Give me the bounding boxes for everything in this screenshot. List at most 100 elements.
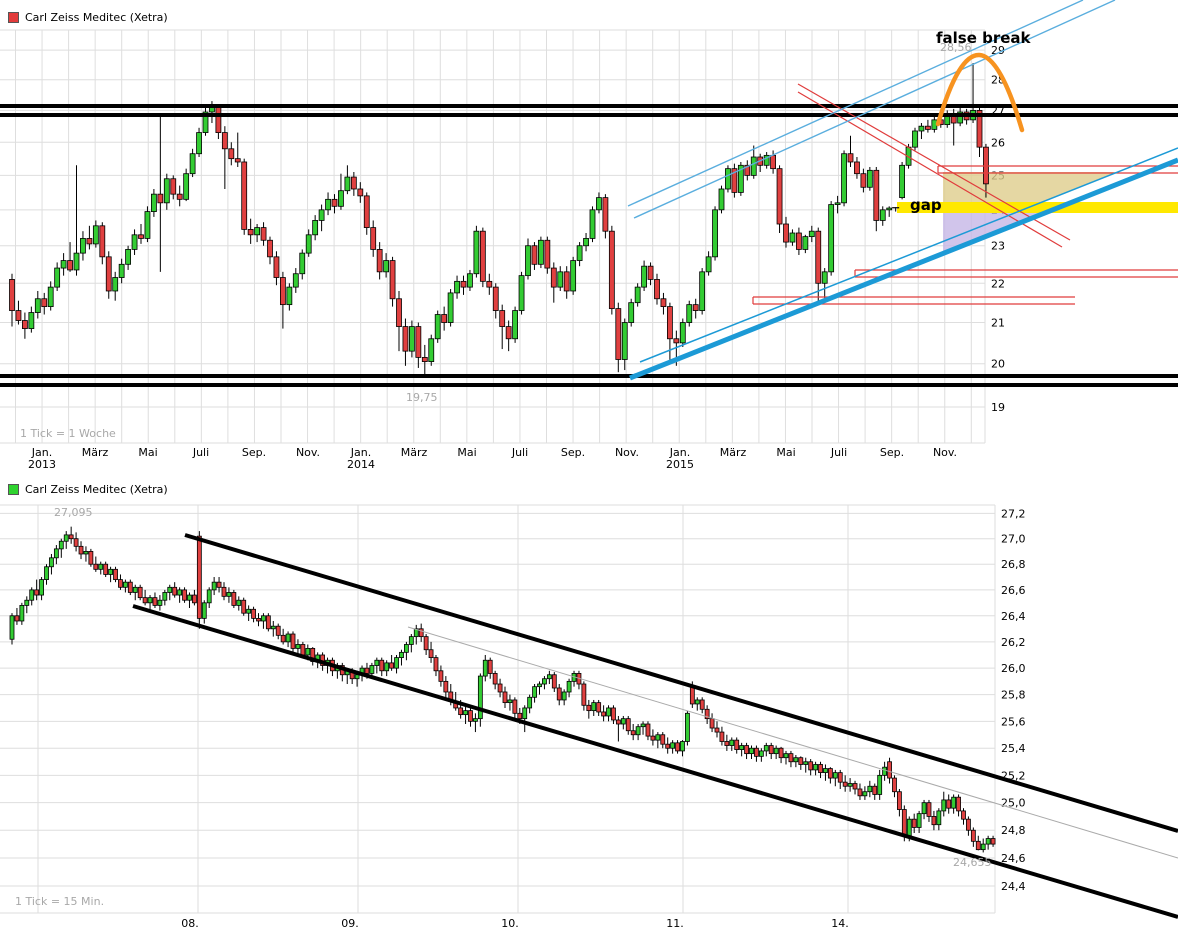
svg-text:26,6: 26,6	[1001, 584, 1026, 597]
candle	[687, 305, 692, 323]
candle	[986, 839, 990, 845]
candle	[609, 231, 614, 308]
candle	[947, 800, 951, 808]
candle	[403, 327, 408, 352]
candle	[351, 177, 356, 189]
svg-text:21: 21	[991, 317, 1005, 330]
candle	[907, 819, 911, 836]
candle	[558, 272, 563, 287]
candle	[192, 595, 196, 603]
candle	[222, 587, 226, 596]
svg-text:22: 22	[991, 277, 1005, 290]
candle	[248, 229, 253, 234]
candle	[874, 170, 879, 220]
chart-page: 2928272625242322212019Jan.2013MärzMaiJul…	[0, 0, 1178, 946]
candle	[261, 228, 266, 241]
candle	[390, 663, 394, 668]
candle	[735, 740, 739, 749]
candle	[197, 536, 201, 618]
candle	[671, 743, 675, 748]
candle	[966, 819, 970, 830]
candle	[508, 700, 512, 703]
candle	[567, 681, 571, 692]
intraday-chart-title: Carl Zeiss Meditec (Xetra)	[8, 483, 168, 496]
candle	[397, 299, 402, 327]
candle	[917, 814, 921, 828]
candle	[237, 600, 241, 605]
candle	[280, 278, 285, 305]
candle	[823, 769, 827, 773]
candle	[171, 179, 176, 194]
candle	[22, 321, 27, 329]
svg-text:Nov.: Nov.	[933, 446, 957, 459]
candle	[377, 249, 382, 271]
candle	[390, 261, 395, 299]
candle	[700, 700, 704, 709]
candle	[326, 199, 331, 209]
candle	[371, 228, 376, 250]
candle	[655, 279, 660, 298]
candle	[306, 648, 310, 655]
uptrend-thin-blue	[640, 148, 1178, 362]
candle	[764, 746, 768, 751]
candle	[873, 786, 877, 794]
candle	[395, 658, 399, 669]
candle	[444, 681, 448, 692]
candle	[20, 605, 24, 621]
down-channel-upper	[185, 535, 1178, 831]
candle	[222, 133, 227, 149]
candle	[459, 708, 463, 715]
candle	[365, 668, 369, 673]
candle	[474, 231, 479, 274]
weekly-chart: 2928272625242322212019Jan.2013MärzMaiJul…	[0, 0, 1178, 471]
candle	[168, 587, 172, 592]
candle	[29, 313, 34, 329]
candle	[661, 735, 665, 744]
candle	[621, 719, 625, 724]
candle	[838, 773, 842, 783]
svg-text:24,6: 24,6	[1001, 852, 1026, 865]
candle	[178, 590, 182, 595]
false-break-annotation: false break	[936, 29, 1031, 47]
candle	[740, 746, 744, 750]
svg-text:24,4: 24,4	[1001, 880, 1026, 893]
candle	[789, 754, 793, 762]
candle	[493, 673, 497, 684]
candle	[784, 224, 789, 242]
candle	[255, 228, 260, 235]
candle	[528, 697, 532, 708]
candle	[217, 582, 221, 587]
candle	[45, 567, 49, 580]
candle	[519, 276, 524, 311]
candle	[523, 708, 527, 719]
candle	[912, 819, 916, 827]
candle	[145, 212, 150, 239]
candle	[913, 131, 918, 147]
candle	[190, 154, 195, 174]
candle	[693, 305, 698, 311]
candle	[822, 272, 827, 283]
candle	[577, 246, 582, 261]
candle	[10, 279, 15, 310]
candle	[622, 323, 627, 360]
candle	[268, 240, 273, 257]
svg-text:Mai: Mai	[457, 446, 476, 459]
candle	[648, 266, 653, 279]
candle	[513, 311, 518, 339]
candle	[473, 719, 477, 722]
candle	[16, 311, 21, 321]
candle	[104, 564, 108, 574]
candle	[300, 253, 305, 274]
candle	[564, 272, 569, 291]
candle	[242, 162, 247, 229]
candle	[151, 194, 156, 211]
candle	[828, 769, 832, 779]
candle	[878, 775, 882, 794]
candle	[925, 126, 930, 129]
candle	[900, 165, 905, 197]
candle	[74, 539, 78, 547]
candle	[468, 711, 472, 722]
candle	[409, 637, 413, 645]
candle	[952, 797, 956, 808]
candle	[467, 274, 472, 287]
